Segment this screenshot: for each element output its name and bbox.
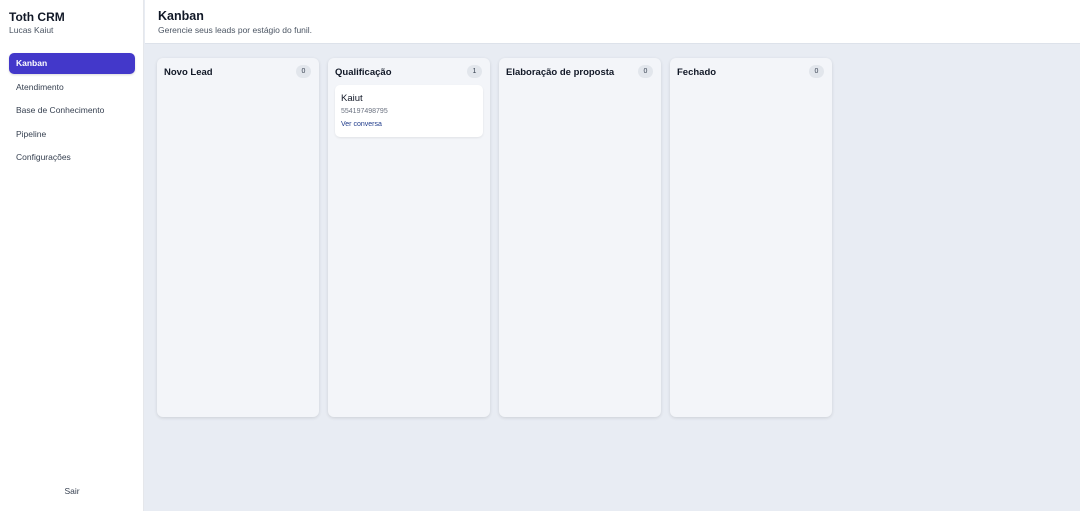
page-subtitle: Gerencie seus leads por estágio do funil… xyxy=(158,25,313,35)
view-conversation-link[interactable]: Ver conversa xyxy=(341,121,382,128)
lead-card[interactable]: Kaiut 554197498795 Ver conversa xyxy=(335,85,483,137)
kanban-column-fechado: Fechado 0 xyxy=(670,58,832,417)
user-name: Lucas Kaiut xyxy=(9,25,54,35)
kanban-column-qualificacao: Qualificação 1 Kaiut 554197498795 Ver co… xyxy=(328,58,490,417)
column-title: Novo Lead xyxy=(164,67,213,78)
sidebar-item-configuracoes[interactable]: Configurações xyxy=(9,147,135,168)
column-count-badge: 1 xyxy=(467,65,482,78)
page-title: Kanban xyxy=(158,9,204,23)
kanban-column-novo-lead: Novo Lead 0 xyxy=(157,58,319,417)
column-title: Fechado xyxy=(677,67,717,78)
sidebar-nav: Kanban Atendimento Base de Conhecimento … xyxy=(9,53,135,171)
kanban-column-elaboracao-de-proposta: Elaboração de proposta 0 xyxy=(499,58,661,417)
sidebar-item-base-de-conhecimento[interactable]: Base de Conhecimento xyxy=(9,100,135,121)
sidebar-item-pipeline[interactable]: Pipeline xyxy=(9,124,135,145)
sidebar: Toth CRM Lucas Kaiut Kanban Atendimento … xyxy=(0,0,144,511)
column-count-badge: 0 xyxy=(809,65,824,78)
sidebar-item-atendimento[interactable]: Atendimento xyxy=(9,77,135,98)
kanban-board: Novo Lead 0 Qualificação 1 Kaiut 5541974… xyxy=(157,58,832,417)
column-title: Elaboração de proposta xyxy=(506,67,615,78)
column-count-badge: 0 xyxy=(638,65,653,78)
sidebar-item-kanban[interactable]: Kanban xyxy=(9,53,135,74)
app-brand: Toth CRM xyxy=(9,10,65,24)
lead-name: Kaiut xyxy=(341,93,363,104)
logout-button[interactable]: Sair xyxy=(0,486,144,496)
page-header: Kanban Gerencie seus leads por estágio d… xyxy=(145,0,1080,44)
column-count-badge: 0 xyxy=(296,65,311,78)
lead-phone: 554197498795 xyxy=(341,108,388,115)
column-title: Qualificação xyxy=(335,67,392,78)
